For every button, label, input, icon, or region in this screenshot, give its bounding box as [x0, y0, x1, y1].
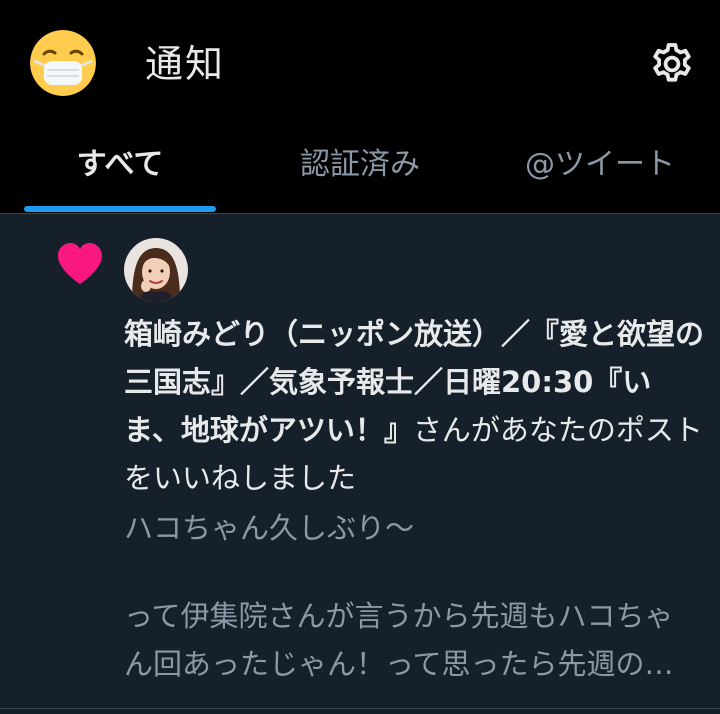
tab-label: すべて	[76, 147, 164, 182]
tweet-preview: ハコちゃん久しぶり〜 って伊集院さんが言うから先週もハコちゃん回あったじゃん！っ…	[124, 504, 699, 688]
header: 通知 すべて 認証済み @ツイート	[0, 0, 720, 214]
tweet-preview-continued: って伊集院さんが言うから先週もハコちゃん回あったじゃん！って思ったら先週の…	[124, 599, 674, 681]
tweet-preview-line: ハコちゃん久しぶり〜	[124, 511, 415, 545]
tab-verified[interactable]: 認証済み	[240, 130, 480, 214]
tab-mentions[interactable]: @ツイート	[480, 130, 720, 214]
tab-label: 認証済み	[300, 147, 420, 182]
settings-button[interactable]	[648, 40, 696, 88]
user-avatar[interactable]	[124, 238, 188, 302]
like-notification[interactable]: 箱崎みどり（ニッポン放送）／『愛と欲望の三国志』／気象予報士／日曜20:30『い…	[0, 214, 720, 708]
notification-text: 箱崎みどり（ニッポン放送）／『愛と欲望の三国志』／気象予報士／日曜20:30『い…	[124, 310, 704, 502]
page-title: 通知	[145, 42, 226, 86]
notifications-screen: 通知 すべて 認証済み @ツイート 箱崎みどり（ニッポン放送）／『愛と欲望の三国…	[0, 0, 720, 714]
active-tab-indicator	[24, 206, 216, 212]
user-photo	[124, 238, 188, 302]
mask-emoji-icon	[30, 30, 96, 96]
notification-tabs: すべて 認証済み @ツイート	[0, 130, 720, 214]
account-avatar-button[interactable]	[30, 30, 96, 96]
gear-icon	[653, 43, 691, 82]
tab-all[interactable]: すべて	[24, 130, 216, 214]
divider	[0, 708, 720, 709]
heart-icon	[56, 242, 104, 286]
tab-label: @ツイート	[525, 147, 675, 182]
